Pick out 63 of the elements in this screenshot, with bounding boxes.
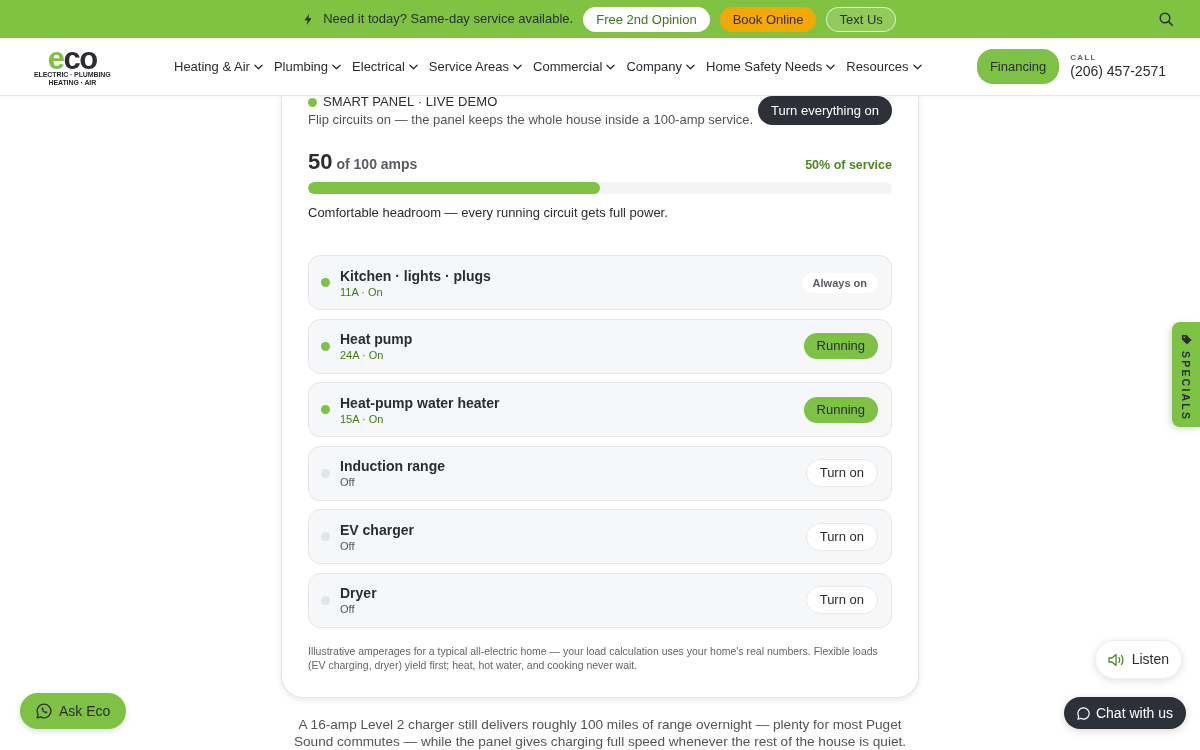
- nav-menu-link[interactable]: Resources: [846, 56, 922, 77]
- turn-everything-on-button[interactable]: Turn everything on: [758, 96, 892, 125]
- nav-menu-link[interactable]: Company: [626, 56, 695, 77]
- logo-wordmark: eco: [47, 46, 97, 71]
- call-label: CALL: [1070, 53, 1098, 63]
- specials-tab[interactable]: SPECIALS: [1172, 322, 1200, 427]
- panel-eyebrow: SMART PANEL · LIVE DEMO: [323, 96, 498, 108]
- chat-bubble-icon: [36, 703, 52, 719]
- circuit-name: Induction range: [340, 457, 445, 475]
- turn-on-button[interactable]: Turn on: [805, 522, 878, 551]
- nav-menu-link[interactable]: Commercial: [533, 56, 616, 77]
- phone-link[interactable]: (206) 457-2571: [1070, 63, 1166, 80]
- circuit-name: EV charger: [340, 520, 414, 539]
- chevron-down-icon: [513, 63, 523, 70]
- always-on-label: Always on: [801, 272, 878, 293]
- promo-button[interactable]: Free 2nd Opinion: [583, 6, 710, 32]
- search-icon[interactable]: [1159, 12, 1173, 26]
- circuit-detail: Off: [340, 538, 356, 553]
- circuit-detail: Off: [340, 602, 356, 616]
- turn-on-button[interactable]: Turn on: [805, 586, 878, 614]
- nav-menu-link[interactable]: Plumbing: [273, 56, 342, 77]
- circuit-detail: Off: [340, 475, 356, 489]
- specials-label: SPECIALS: [1180, 351, 1192, 422]
- financing-button[interactable]: Financing: [976, 48, 1060, 85]
- promo-button[interactable]: Book Online: [719, 6, 817, 32]
- listen-button[interactable]: Listen: [1094, 640, 1182, 679]
- lightning-bolt-icon: [304, 13, 313, 25]
- service-share: 50% of service: [805, 157, 892, 174]
- charger-note: A 16-amp Level 2 charger still delivers roughly 100 miles of range overnight — plenty for most Puget Sound commutes — while the panel gives charging full speed whenever the rest of the house is quiet.: [292, 715, 908, 750]
- status-dot-icon: [308, 97, 317, 107]
- chevron-down-icon: [686, 63, 695, 70]
- circuit-name: Heat pump: [340, 330, 413, 348]
- chevron-down-icon: [826, 63, 836, 70]
- circuit-detail: 15A · On: [340, 411, 385, 426]
- circuit-detail: 11A · On: [340, 284, 384, 299]
- panel-subtitle: Flip circuits on — the panel keeps the whole house inside a 100-amp service.: [308, 111, 754, 129]
- circuit-name: Heat-pump water heater: [340, 393, 500, 412]
- promo-button[interactable]: Text Us: [826, 6, 896, 32]
- amps-value: 50: [308, 149, 333, 174]
- nav-menu-link[interactable]: Heating & Air: [174, 56, 263, 77]
- circuit-name: Kitchen · lights · plugs: [340, 266, 491, 285]
- chevron-down-icon: [253, 63, 263, 70]
- chevron-down-icon: [912, 63, 922, 70]
- nav-menu-link[interactable]: Electrical: [352, 56, 418, 77]
- headroom-status: Comfortable headroom — every running circuit gets full power.: [308, 204, 669, 222]
- running-button[interactable]: Running: [803, 396, 878, 423]
- turn-on-button[interactable]: Turn on: [805, 459, 878, 487]
- panel-footnote: Illustrative amperages for a typical all-electric home — your load calculation uses your home's real numbers. Flexible loads (EV charging, dryer) yield first; heat, hot water, and cooking never wait.: [308, 643, 879, 672]
- running-button[interactable]: Running: [803, 333, 878, 359]
- nav-menu-link[interactable]: Home Safety Needs: [706, 56, 836, 77]
- promo-message: Need it today? Same-day service available.: [323, 10, 574, 29]
- speech-bubble-icon: [1076, 706, 1090, 720]
- chevron-down-icon: [332, 63, 342, 70]
- amps-capacity: of 100 amps: [336, 156, 418, 172]
- tag-icon: [1180, 334, 1192, 345]
- speaker-icon: [1107, 652, 1125, 667]
- circuit-name: Dryer: [340, 584, 377, 602]
- chat-button[interactable]: Chat with us: [1063, 697, 1186, 729]
- ask-eco-button[interactable]: Ask Eco: [20, 693, 127, 729]
- chevron-down-icon: [408, 63, 418, 70]
- circuit-detail: 24A · On: [340, 348, 385, 362]
- chevron-down-icon: [606, 63, 616, 70]
- nav-menu-link[interactable]: Service Areas: [428, 56, 523, 77]
